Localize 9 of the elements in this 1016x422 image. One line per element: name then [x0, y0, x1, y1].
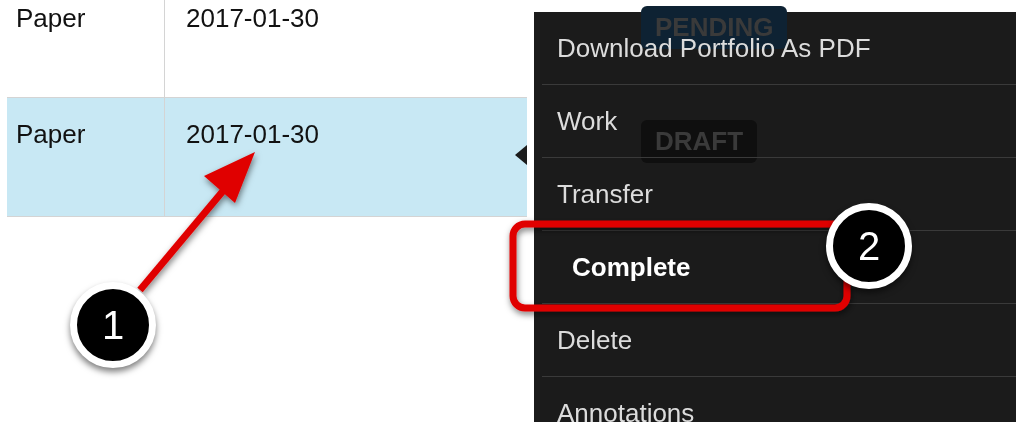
menu-pointer: [515, 145, 527, 165]
table-cell-text: Paper: [16, 3, 87, 33]
menu-item[interactable]: Annotations: [542, 377, 1016, 422]
table-row[interactable]: Paper 2017-01-30: [7, 98, 527, 217]
menu-item[interactable]: Delete: [542, 304, 1016, 377]
table-row[interactable]: Paper 2017-01-30: [7, 0, 527, 98]
table-cell-text: 2017-01-30: [186, 3, 320, 33]
table-cell-text: Paper: [16, 119, 87, 149]
table-cell-text: 2017-01-30: [186, 119, 320, 149]
